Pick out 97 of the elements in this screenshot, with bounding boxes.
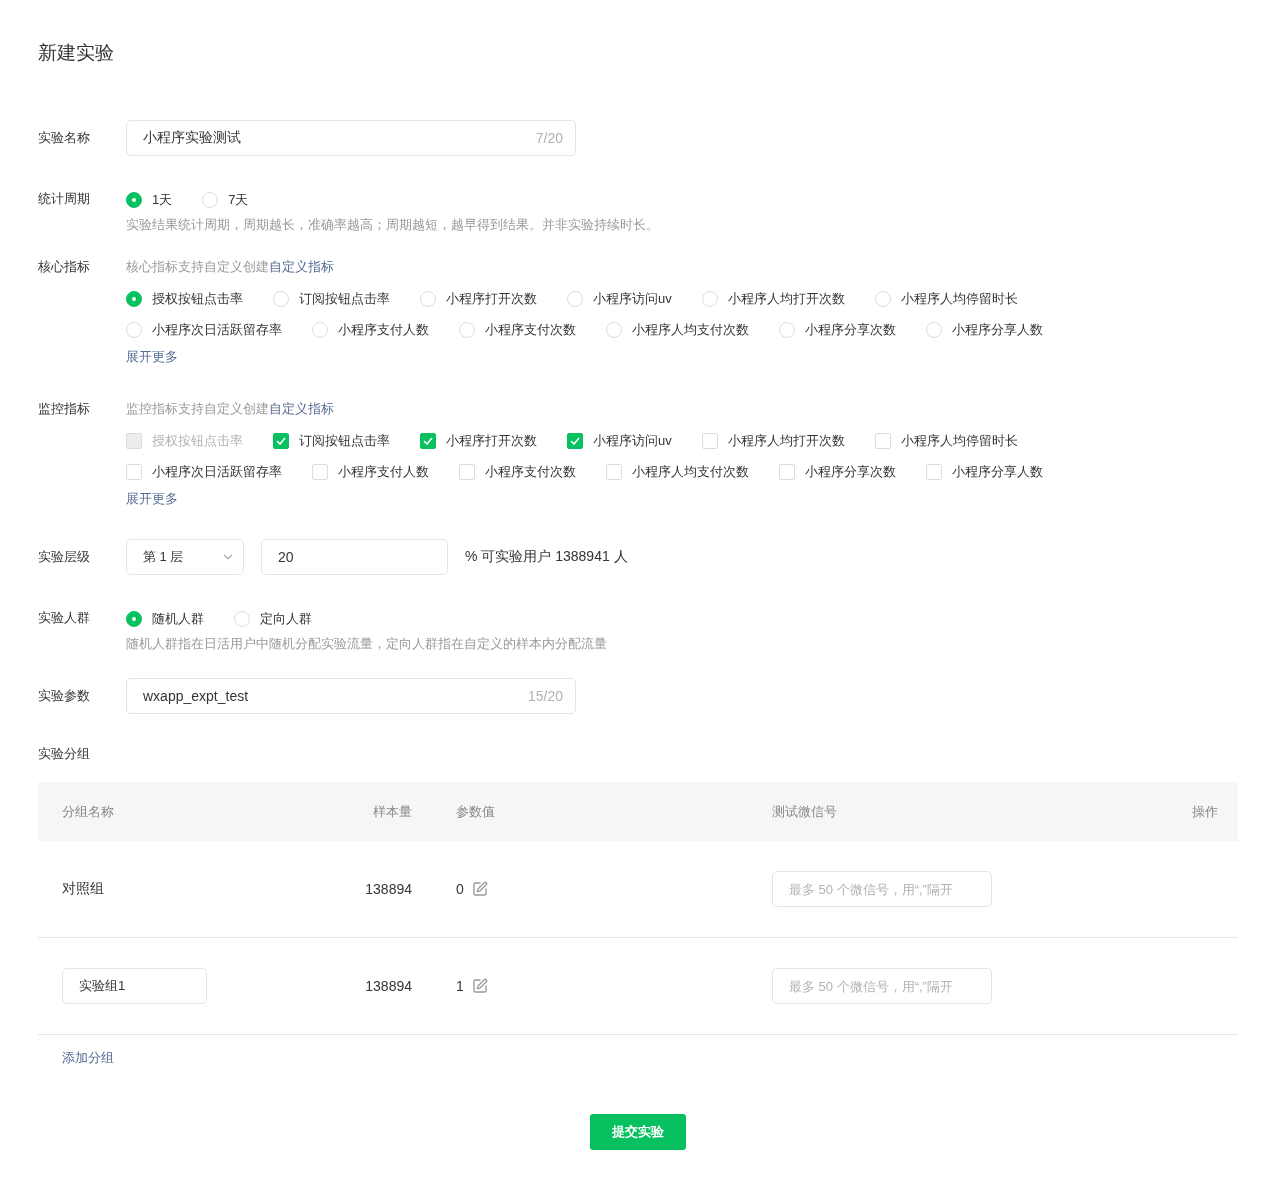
checkbox-option[interactable]: 小程序人均打开次数 (701, 431, 845, 450)
checkbox[interactable] (874, 432, 891, 449)
radio-icon[interactable] (701, 290, 718, 307)
checkbox[interactable] (273, 432, 289, 449)
radio-option[interactable]: 订阅按钮点击率 (273, 289, 390, 308)
checkmark-icon (570, 436, 580, 445)
checkbox-option[interactable]: 小程序人均支付次数 (606, 462, 749, 481)
radio-option[interactable]: 小程序人均支付次数 (606, 320, 749, 339)
available-users-text: % 可实验用户 1388941 人 (465, 548, 628, 566)
radio-option[interactable]: 小程序支付人数 (312, 320, 429, 339)
wechat-id-input[interactable]: 最多 50 个微信号，用“,”隔开 (772, 871, 992, 907)
name-input-field[interactable]: 小程序实验测试 7/20 (126, 120, 576, 156)
checkbox-option[interactable]: 订阅按钮点击率 (273, 431, 390, 450)
checkbox[interactable] (312, 463, 328, 480)
radio-icon[interactable] (202, 191, 219, 208)
checkbox-option[interactable]: 小程序人均停留时长 (874, 431, 1018, 450)
checkbox[interactable] (459, 463, 475, 480)
field-label: 监控指标 (38, 400, 91, 418)
edit-icon[interactable] (471, 978, 488, 994)
wechat-id-input[interactable]: 最多 50 个微信号，用“,”隔开 (772, 968, 992, 1004)
custom-metric-link[interactable]: 自定义指标 (269, 259, 334, 274)
radio-icon[interactable] (874, 290, 891, 307)
help-text: 实验结果统计周期，周期越长，准确率越高；周期越短，越早得到结果。并非实验持续时长。 (126, 216, 659, 234)
help-text: 核心指标支持自定义创建自定义指标 (126, 258, 334, 276)
field-label: 实验参数 (38, 687, 91, 705)
checkbox-option[interactable]: 小程序分享人数 (926, 462, 1043, 481)
radio-option[interactable]: 小程序次日活跃留存率 (126, 320, 282, 339)
expand-more-link[interactable]: 展开更多 (126, 345, 178, 369)
radio-option[interactable]: 小程序人均打开次数 (701, 289, 845, 308)
group-name-input[interactable]: 实验组1 (62, 968, 207, 1004)
checkbox-option[interactable]: 小程序分享次数 (779, 462, 896, 481)
radio-option[interactable]: 小程序支付次数 (459, 320, 576, 339)
radio-icon[interactable] (273, 290, 289, 307)
checkbox[interactable] (926, 463, 942, 480)
character-counter: 15/20 (527, 688, 563, 704)
radio-icon[interactable] (126, 610, 142, 627)
field-label: 统计周期 (38, 190, 91, 208)
radio-icon[interactable] (779, 321, 795, 338)
radio-option[interactable]: 定向人群 (234, 609, 312, 628)
radio-icon[interactable] (567, 290, 583, 307)
percent-input-field[interactable]: 20 (261, 539, 448, 575)
checkbox[interactable] (126, 463, 142, 480)
checkbox[interactable] (701, 432, 718, 449)
radio-icon[interactable] (926, 321, 942, 338)
radio-icon[interactable] (459, 321, 475, 338)
table-cell: 0 (456, 881, 464, 897)
radio-option[interactable]: 授权按钮点击率 (126, 289, 243, 308)
radio-icon[interactable] (126, 321, 142, 338)
checkbox-option[interactable]: 小程序次日活跃留存率 (126, 462, 282, 481)
radio-icon[interactable] (126, 290, 142, 307)
radio-option[interactable]: 小程序分享次数 (779, 320, 896, 339)
custom-metric-link[interactable]: 自定义指标 (269, 401, 334, 416)
field-label: 实验分组 (38, 745, 91, 763)
column-header: 样本量 (372, 802, 412, 821)
edit-icon[interactable] (471, 881, 488, 897)
column-header: 操作 (1191, 802, 1218, 821)
table-cell: 1 (456, 978, 464, 994)
radio-icon[interactable] (420, 290, 436, 307)
radio-option[interactable]: 7天 (202, 190, 249, 209)
checkbox[interactable] (420, 432, 436, 449)
help-text: 随机人群指在日活用户中随机分配实验流量，定向人群指在自定义的样本内分配流量 (126, 635, 607, 653)
column-header: 参数值 (455, 802, 496, 821)
field-label: 实验人群 (38, 609, 91, 627)
radio-option[interactable]: 小程序人均停留时长 (874, 289, 1018, 308)
checkbox[interactable] (779, 463, 795, 480)
character-counter: 7/20 (535, 130, 563, 146)
checkmark-icon (276, 436, 286, 445)
field-label: 实验名称 (38, 129, 91, 147)
radio-option[interactable]: 1天 (126, 190, 173, 209)
radio-icon[interactable] (312, 321, 328, 338)
checkbox[interactable] (606, 463, 622, 480)
checkbox[interactable] (567, 432, 583, 449)
radio-icon[interactable] (234, 610, 250, 627)
checkbox-option[interactable]: 小程序打开次数 (420, 431, 537, 450)
table-cell-text: 138894 (364, 881, 412, 897)
table-cell-text: 对照组 (62, 880, 105, 898)
help-text: 监控指标支持自定义创建自定义指标 (126, 400, 334, 418)
radio-icon[interactable] (606, 321, 622, 338)
page-title: 新建实验 (38, 41, 115, 65)
layer-select[interactable]: 第 1 层 (126, 539, 244, 575)
radio-option[interactable]: 随机人群 (126, 609, 204, 628)
column-header: 分组名称 (62, 802, 115, 821)
radio-option[interactable]: 小程序访问uv (567, 289, 672, 308)
field-label: 核心指标 (38, 258, 91, 276)
checkbox-option[interactable]: 小程序访问uv (567, 431, 672, 450)
checkbox-option[interactable]: 小程序支付人数 (312, 462, 429, 481)
param-input-field[interactable]: wxapp_expt_test 15/20 (126, 678, 576, 714)
expand-more-link[interactable]: 展开更多 (126, 487, 178, 511)
add-group-link[interactable]: 添加分组 (62, 1049, 114, 1067)
field-label: 实验层级 (38, 548, 91, 566)
column-header: 测试微信号 (772, 802, 838, 821)
radio-option[interactable]: 小程序分享人数 (926, 320, 1043, 339)
radio-option[interactable]: 小程序打开次数 (420, 289, 537, 308)
checkbox-option[interactable]: 小程序支付次数 (459, 462, 576, 481)
table-cell-text: 138894 (364, 978, 412, 994)
radio-icon[interactable] (126, 191, 142, 208)
checkmark-icon (423, 436, 433, 445)
